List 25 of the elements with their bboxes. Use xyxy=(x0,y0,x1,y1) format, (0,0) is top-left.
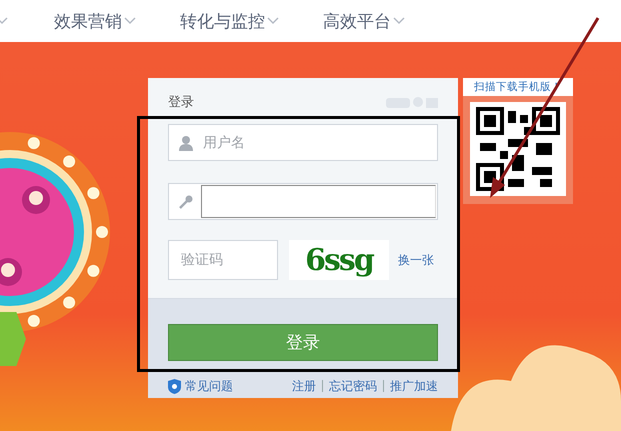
key-icon xyxy=(179,194,193,208)
footer-link[interactable]: 注册 xyxy=(292,378,316,394)
chevron-icon xyxy=(124,17,136,25)
captcha-input[interactable]: 验证码 xyxy=(179,251,277,269)
footer-link[interactable]: 推广加速 xyxy=(390,378,438,394)
password-input[interactable] xyxy=(201,185,436,218)
shield-icon xyxy=(168,378,181,394)
username-input[interactable]: 用户名 xyxy=(201,134,437,152)
chevron-icon xyxy=(267,17,279,25)
footer-link[interactable]: 忘记密码 xyxy=(329,378,377,394)
faq-link[interactable]: 常见问题 xyxy=(185,378,233,394)
banner-badge xyxy=(0,312,26,366)
username-field[interactable]: 用户名 xyxy=(168,124,438,161)
chevron-icon xyxy=(393,17,405,25)
refresh-captcha-link[interactable]: 换一张 xyxy=(398,252,434,268)
nav-menu-item[interactable]: 效果营销 xyxy=(54,10,136,32)
login-button[interactable]: 登录 xyxy=(168,324,438,361)
captcha-field[interactable]: 验证码 xyxy=(168,240,278,280)
password-field[interactable] xyxy=(168,183,438,220)
captcha-image: 6ssg xyxy=(289,240,389,280)
nav-menu-item[interactable]: 转化与监控 xyxy=(180,10,279,32)
nav-menu-item[interactable]: 高效平台 xyxy=(323,10,405,32)
login-title: 登录 xyxy=(168,94,194,111)
user-icon xyxy=(179,134,193,150)
qr-code-icon xyxy=(476,106,560,192)
